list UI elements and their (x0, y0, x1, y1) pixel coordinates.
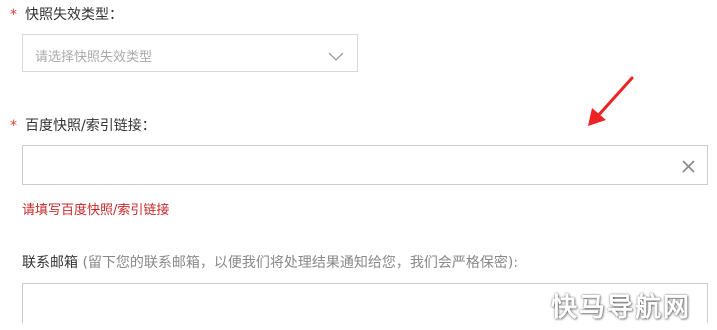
expire-type-placeholder: 请选择快照失效类型 (35, 50, 153, 65)
required-mark: * (10, 7, 17, 23)
chevron-down-icon (328, 47, 344, 66)
expire-type-label: * 快照失效类型： (10, 7, 123, 23)
link-label-text: 百度快照/索引链接： (25, 118, 156, 134)
required-mark: * (10, 118, 17, 134)
close-icon[interactable] (682, 158, 695, 177)
expire-type-select[interactable]: 请选择快照失效类型 (22, 34, 358, 72)
link-label: * 百度快照/索引链接： (10, 118, 156, 134)
watermark-logo: 快马导航网 (550, 293, 691, 323)
email-label: 联系邮箱 (留下您的联系邮箱，以便我们将处理结果通知给您，我们会严格保密): (22, 255, 518, 271)
red-arrow-icon (588, 76, 634, 126)
link-input[interactable] (22, 145, 708, 185)
expire-type-label-text: 快照失效类型： (25, 7, 123, 23)
email-label-text: 联系邮箱 (22, 255, 78, 271)
email-hint: (留下您的联系邮箱，以便我们将处理结果通知给您，我们会严格保密): (82, 255, 519, 271)
link-error-message: 请填写百度快照/索引链接 (22, 203, 170, 218)
